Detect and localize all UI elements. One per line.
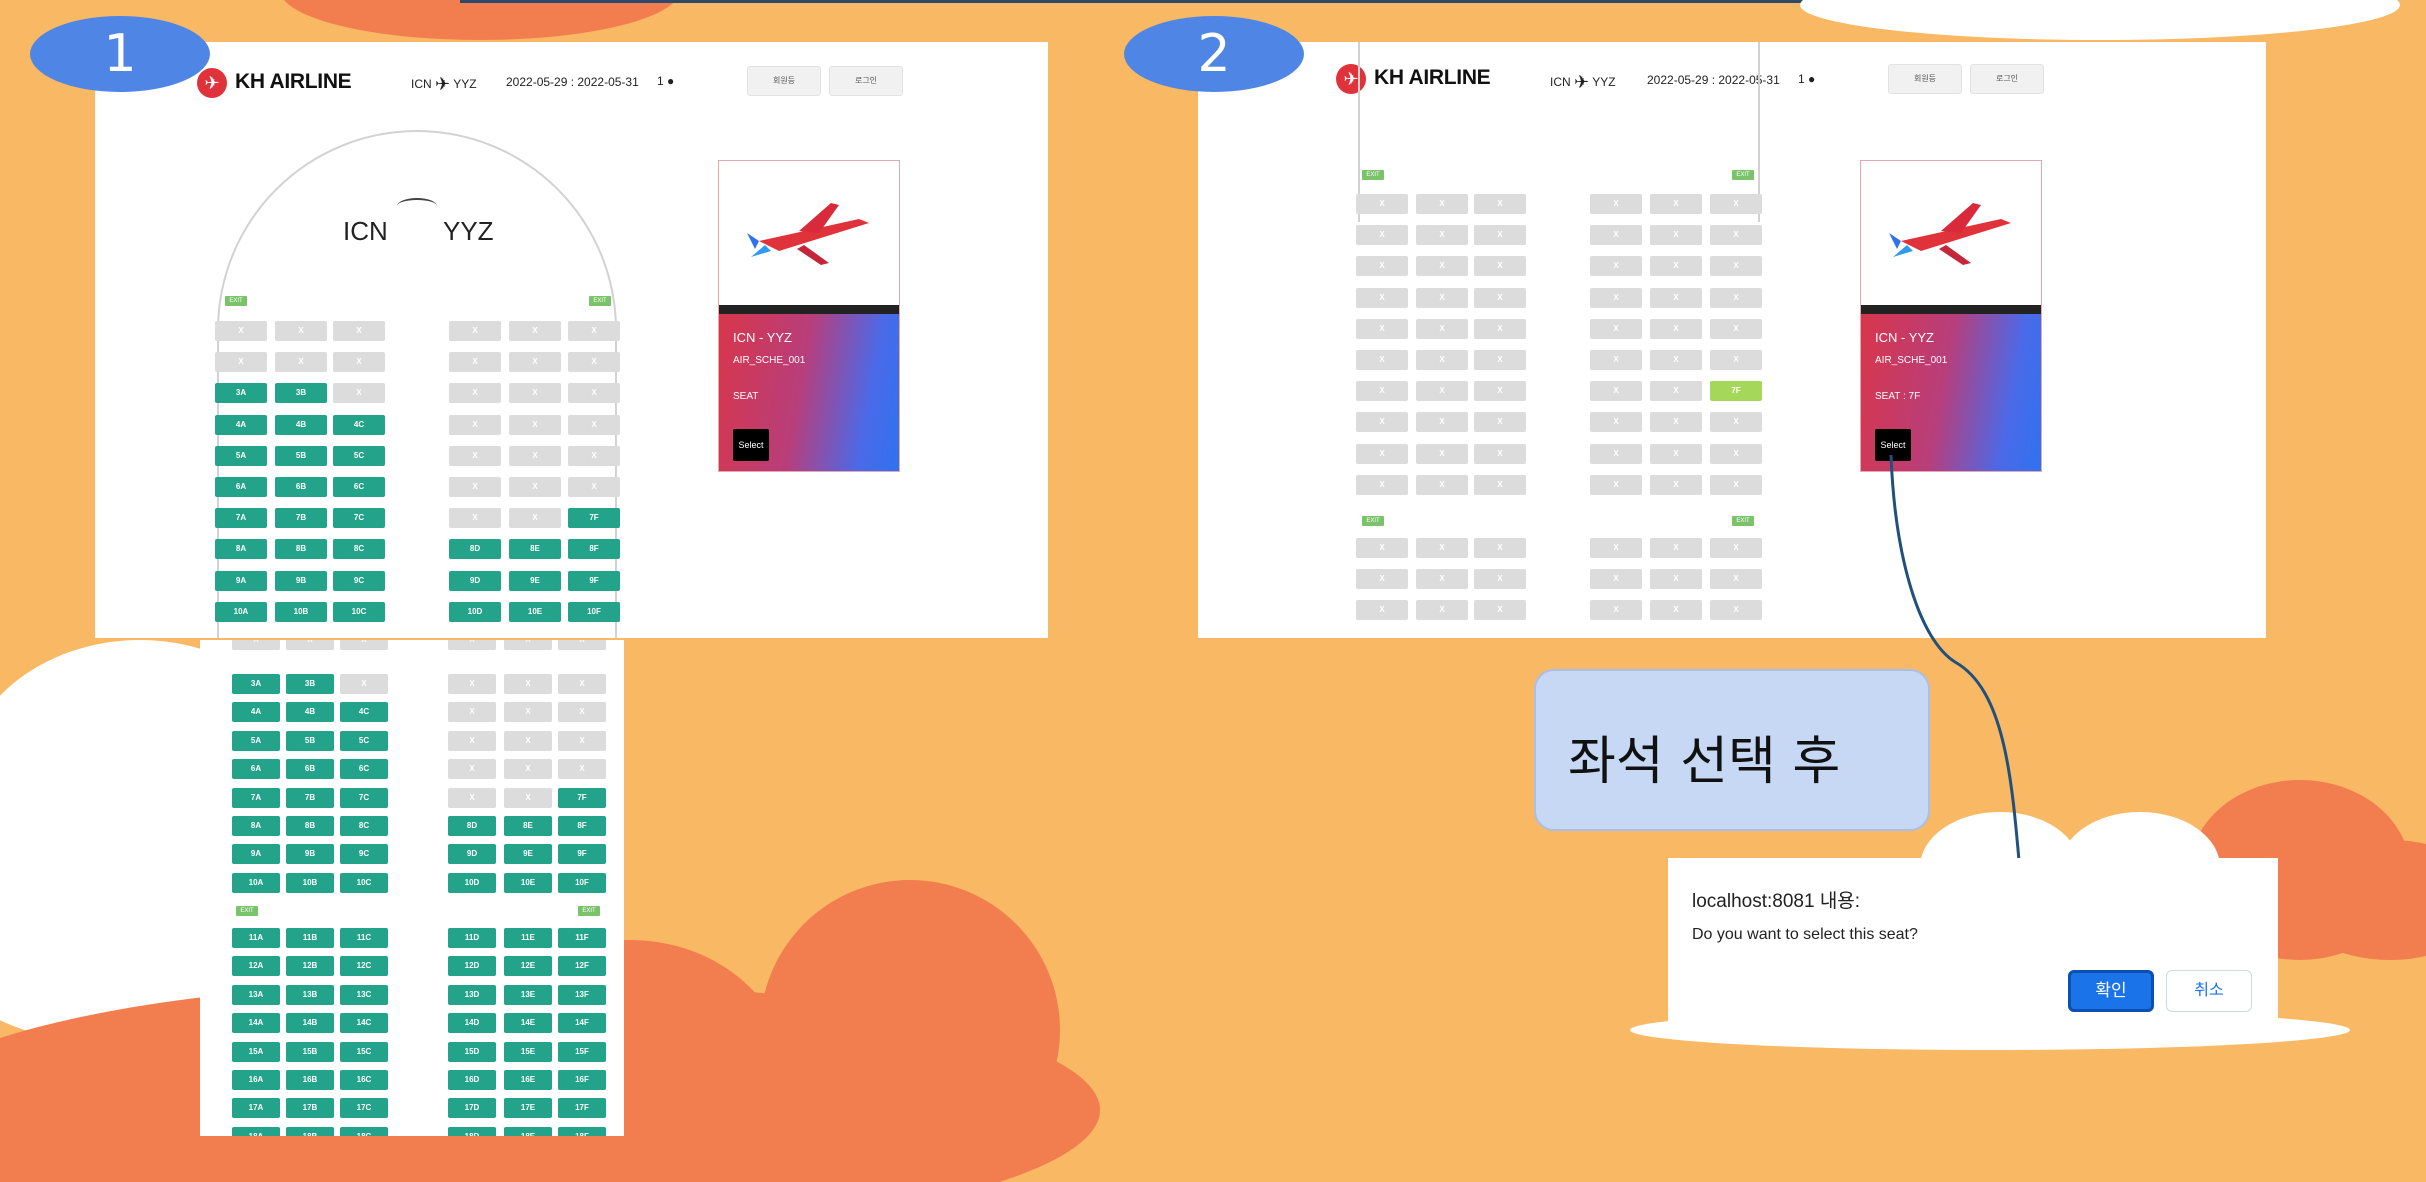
dialog-title: localhost:8081 내용: [1692,891,1861,912]
cancel-button[interactable]: 취소 [2166,970,2252,1012]
annotation-text: 좌석 선택 후 [1568,732,1841,792]
confirm-dialog: localhost:8081 내용: Do you want to select… [1668,858,2278,1038]
dialog-message: Do you want to select this seat? [1692,926,1918,943]
ok-button[interactable]: 확인 [2068,970,2154,1012]
annotation-note: 좌석 선택 후 [1534,669,1930,831]
